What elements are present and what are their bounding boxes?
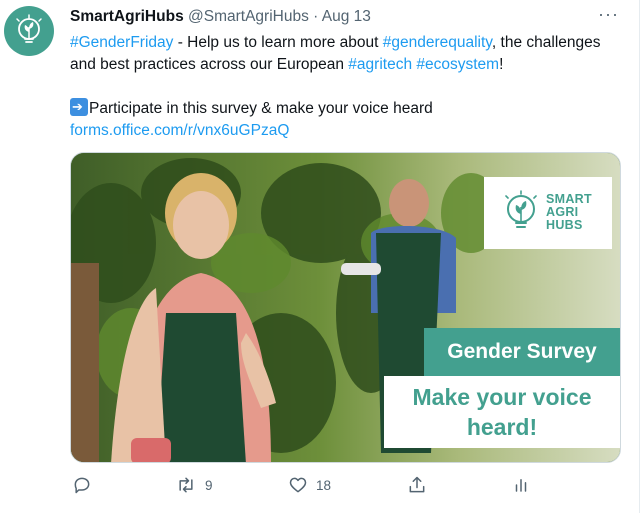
tweet-text-part3: ! [499,56,504,73]
lightbulb-plant-icon [505,190,537,228]
like-count: 18 [316,477,332,493]
tweet-header: SmartAgriHubs @SmartAgriHubs · Aug 13 [70,8,371,26]
smartagrihubs-logo: SMART AGRI HUBS [484,177,612,249]
participate-text: Participate in this survey & make your v… [89,100,433,117]
avatar[interactable] [4,6,54,56]
heart-icon [289,477,307,493]
banner-line2: heard! [466,414,538,440]
logo-line-hubs: HUBS [546,218,583,232]
tweet-image[interactable]: SMART AGRI HUBS Gender Survey Make your … [70,152,621,463]
like-button[interactable]: 18 [288,475,331,495]
reply-button[interactable] [72,475,92,495]
tweet-date[interactable]: Aug 13 [322,8,371,25]
user-handle[interactable]: @SmartAgriHubs [188,8,309,25]
retweet-count: 9 [205,477,213,493]
hashtag-agritech[interactable]: #agritech [348,56,412,73]
hashtag-genderequality[interactable]: #genderequality [383,34,492,51]
analytics-icon [515,479,527,492]
display-name[interactable]: SmartAgriHubs [70,8,184,25]
hashtag-ecosystem[interactable]: #ecosystem [416,56,499,73]
tweet[interactable]: SmartAgriHubs @SmartAgriHubs · Aug 13 ··… [0,0,640,513]
share-icon [409,476,425,493]
share-button[interactable] [407,475,427,495]
tweet-text: #GenderFriday - Help us to learn more ab… [70,32,630,142]
tweet-actions: 9 18 [70,475,540,501]
hashtag-genderfriday[interactable]: #GenderFriday [70,34,173,51]
retweet-button[interactable]: 9 [175,475,213,495]
survey-link[interactable]: forms.office.com/r/vnx6uGPzaQ [70,122,289,139]
tweet-text-part1: - Help us to learn more about [173,34,383,51]
reply-icon [74,477,90,494]
more-options-icon[interactable]: ··· [598,4,619,25]
voice-banner: Make your voice heard! [384,376,620,448]
logo-text: SMART AGRI HUBS [546,193,592,232]
separator-dot: · [313,8,319,25]
right-arrow-icon [70,98,88,116]
banner-line1: Make your voice [412,384,592,410]
banner-title: Gender Survey [447,340,597,363]
analytics-button[interactable] [512,475,530,495]
gender-survey-banner: Gender Survey [424,328,620,376]
lightbulb-plant-icon [16,14,42,43]
retweet-icon [179,477,193,493]
